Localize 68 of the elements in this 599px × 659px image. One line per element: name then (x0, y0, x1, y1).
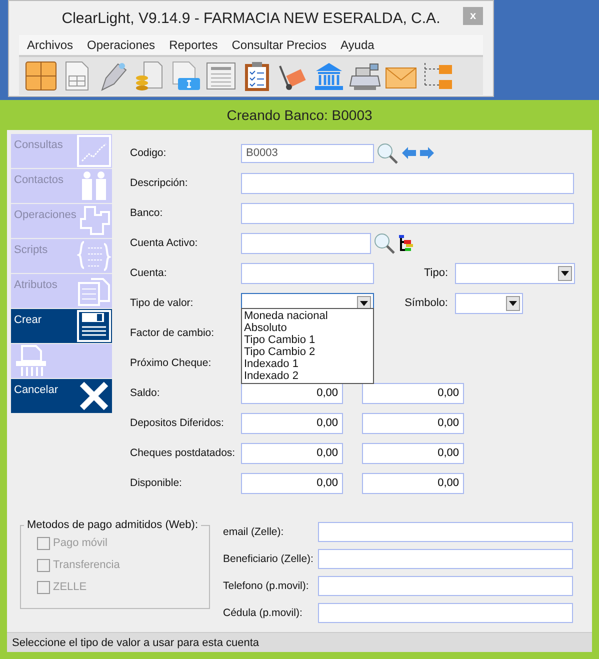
text-field[interactable] (318, 549, 573, 569)
amount-field[interactable]: 0,00 (241, 412, 343, 434)
field-label: Codigo: (130, 147, 168, 159)
shredder-icon (14, 345, 48, 377)
field-label: Cuenta Activo: (130, 237, 199, 249)
field-label: Próximo Cheque: (130, 357, 212, 369)
field-label: email (Zelle): (223, 526, 285, 538)
newspaper-icon[interactable] (204, 60, 238, 92)
field-label: Cédula (p.movil): (223, 607, 304, 619)
field-label: Descripción: (130, 177, 189, 189)
amount-field[interactable]: 0,00 (362, 442, 464, 464)
field-label: Factor de cambio: (130, 327, 216, 339)
dropdown-option[interactable]: Indexado 1 (244, 358, 371, 370)
field-label: Banco: (130, 207, 164, 219)
tree-icon[interactable] (399, 235, 413, 251)
dropdown-option[interactable]: Tipo Cambio 1 (244, 334, 371, 346)
field-label: Tipo de valor: (130, 297, 194, 309)
text-field[interactable] (241, 172, 574, 194)
puzzle-icon (77, 205, 111, 237)
search-icon[interactable] (373, 232, 395, 254)
window-title: ClearLight, V9.14.9 - FARMACIA NEW ESERALDA, C.A. (62, 10, 440, 26)
menu-item[interactable]: Ayuda (340, 38, 374, 52)
text-field[interactable] (318, 576, 573, 596)
dropdown-option[interactable]: Absoluto (244, 322, 371, 334)
text-field[interactable] (241, 202, 574, 224)
menu-item[interactable]: Operaciones (87, 38, 156, 52)
menu-item[interactable]: Reportes (169, 38, 218, 52)
amount-field[interactable]: 0,00 (362, 382, 464, 404)
field-label: Saldo: (130, 387, 161, 399)
dropdown-option[interactable]: Moneda nacional (244, 310, 371, 322)
field-label: Cuenta: (130, 267, 168, 279)
text-field[interactable] (318, 603, 573, 623)
field-label: Depositos Diferidos: (130, 417, 225, 429)
field-label: Cheques postdatados: (130, 447, 236, 459)
caret-icon (509, 300, 517, 306)
caret-icon (561, 270, 569, 276)
dropdown-option[interactable]: Indexado 2 (244, 370, 371, 382)
amount-field[interactable]: 0,00 (362, 412, 464, 434)
amount-field[interactable]: 0,00 (362, 472, 464, 494)
dropdown-option[interactable]: Tipo Cambio 2 (244, 346, 371, 358)
text-field[interactable] (241, 262, 374, 284)
caret-icon (360, 300, 368, 306)
dialog-title: Creando Banco: B0003 (226, 106, 374, 125)
sidebar-item[interactable]: Crear (11, 309, 112, 343)
field-label: Telefono (p.movil): (223, 580, 310, 592)
braces-icon (77, 240, 111, 272)
field-label: Símbolo: (404, 297, 449, 309)
text-field[interactable] (318, 522, 573, 542)
search-icon[interactable] (376, 142, 398, 164)
menu-item[interactable]: Archivos (27, 38, 74, 52)
status-bar: Seleccione el tipo de valor a usar para esta cuenta (7, 632, 592, 652)
amount-field[interactable]: 0,00 (241, 382, 343, 404)
field-label: Disponible: (130, 477, 183, 489)
chart-icon (77, 135, 111, 167)
close-icon (77, 380, 111, 412)
account-field[interactable] (241, 232, 371, 254)
arrow-right-icon[interactable] (420, 147, 434, 159)
sidebar-item[interactable]: Cancelar (11, 379, 112, 413)
amount-field[interactable]: 0,00 (241, 442, 343, 464)
field-label: Tipo: (422, 267, 449, 279)
arrow-left-icon[interactable] (402, 147, 416, 159)
amount-field[interactable]: 0,00 (241, 472, 343, 494)
field-label: Beneficiario (Zelle): (223, 553, 314, 565)
code-field[interactable]: B0003 (241, 144, 374, 162)
menu-item[interactable]: Consultar Precios (232, 38, 326, 52)
window-icon[interactable] (24, 60, 58, 92)
group-title: Metodos de pago admitidos (Web): (26, 519, 199, 531)
document-icon (77, 275, 111, 307)
